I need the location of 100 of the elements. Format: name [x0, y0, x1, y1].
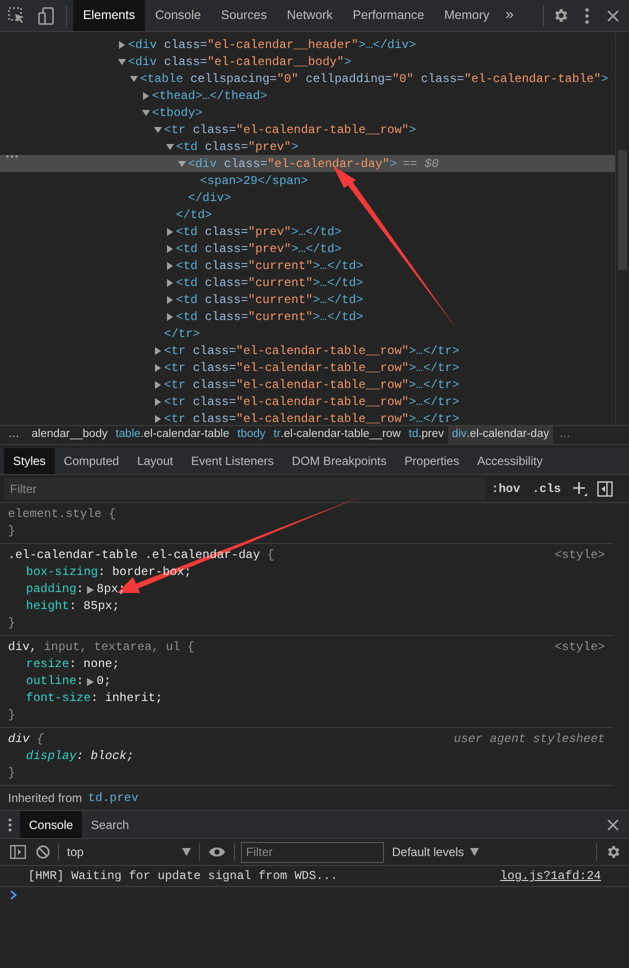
breadcrumb[interactable]: alendar__body — [28, 426, 112, 444]
sidebar-tab[interactable]: Styles — [4, 448, 55, 474]
scroll-right-button[interactable]: … — [553, 426, 577, 444]
css-property[interactable]: display — [26, 748, 76, 765]
collapse-triangle-icon[interactable] — [166, 142, 174, 150]
element-tag[interactable]: <span>29</span> — [200, 172, 308, 190]
expand-triangle-icon[interactable] — [86, 678, 94, 686]
collapse-triangle-icon[interactable] — [178, 160, 186, 168]
expand-triangle-icon[interactable] — [154, 414, 162, 422]
breadcrumb[interactable]: table.el-calendar-table — [112, 426, 234, 444]
eye-icon[interactable] — [208, 846, 226, 858]
sidebar-tab[interactable]: Accessibility — [468, 448, 552, 474]
css-value[interactable]: 0; — [96, 673, 112, 690]
css-property[interactable]: outline — [26, 673, 76, 690]
settings-icon[interactable] — [605, 844, 621, 860]
hover-state-button[interactable]: :hov — [485, 480, 526, 498]
clear-console-icon[interactable] — [36, 845, 50, 859]
inspect-icon[interactable] — [8, 6, 26, 24]
element-tag[interactable]: <tbody> — [152, 104, 202, 122]
prompt-chevron-icon[interactable] — [10, 890, 17, 900]
css-value[interactable]: 8px; — [96, 581, 126, 598]
drawer-tab[interactable]: Console — [20, 811, 82, 838]
collapse-triangle-icon[interactable] — [142, 108, 150, 116]
inherited-link[interactable]: td.prev — [88, 789, 138, 807]
breadcrumb[interactable]: div.el-calendar-day — [448, 426, 554, 444]
levels-dropdown[interactable]: Default levels — [392, 843, 480, 861]
sidebar-toggle-icon[interactable] — [10, 845, 26, 859]
element-tag[interactable]: <td class="current">…</td> — [176, 308, 364, 326]
expand-triangle-icon[interactable] — [154, 380, 162, 388]
close-icon[interactable] — [607, 10, 619, 22]
collapse-triangle-icon[interactable] — [154, 126, 162, 134]
css-property[interactable]: resize — [26, 656, 70, 673]
close-icon[interactable] — [607, 818, 619, 830]
source-link[interactable]: log.js?1afd:24 — [500, 867, 601, 885]
expand-triangle-icon[interactable] — [154, 364, 162, 372]
css-property[interactable]: padding — [26, 581, 76, 598]
element-tag[interactable]: <td class="prev">…</td> — [176, 240, 342, 258]
expand-triangle-icon[interactable] — [166, 244, 174, 252]
source-link[interactable]: <style> — [554, 639, 605, 656]
css-value[interactable]: none; — [83, 656, 120, 673]
element-tag[interactable]: <div class="el-calendar__body"> — [128, 52, 352, 70]
scrollbar-thumb[interactable] — [618, 150, 627, 270]
device-toolbar-icon[interactable] — [38, 6, 54, 24]
element-tag[interactable]: <tr class="el-calendar-table__row"> — [164, 120, 416, 138]
panel-tab[interactable]: Performance — [342, 0, 434, 31]
element-tag[interactable]: <tr class="el-calendar-table__row">…</tr> — [164, 376, 460, 394]
source-link[interactable]: <style> — [554, 547, 605, 564]
element-tag[interactable]: <table cellspacing="0" cellpadding="0" class="el-calendar-table"> — [140, 70, 608, 88]
element-tag[interactable]: <td class="current">…</td> — [176, 256, 364, 274]
expand-triangle-icon[interactable] — [166, 262, 174, 270]
expand-triangle-icon[interactable] — [166, 296, 174, 304]
element-tag[interactable]: <tr class="el-calendar-table__row">…</tr> — [164, 410, 460, 425]
element-tag[interactable]: <tr class="el-calendar-table__row">…</tr> — [164, 342, 460, 360]
settings-icon[interactable] — [552, 7, 569, 24]
css-property[interactable]: height — [26, 598, 70, 615]
more-options-icon[interactable] — [585, 8, 589, 24]
expand-triangle-icon[interactable] — [154, 346, 162, 354]
expand-triangle-icon[interactable] — [166, 312, 174, 320]
drawer-tab[interactable]: Search — [82, 811, 138, 838]
styles-filter-field[interactable]: Filter — [4, 478, 486, 500]
sidebar-toggle-icon[interactable] — [597, 480, 613, 496]
element-tag[interactable]: <td class="prev">…</td> — [176, 222, 342, 240]
css-property[interactable]: box-sizing — [26, 564, 98, 581]
expand-triangle-icon[interactable] — [166, 278, 174, 286]
element-tag[interactable]: <thead>…</thead> — [152, 86, 268, 104]
css-value[interactable]: 85px; — [83, 598, 120, 615]
breadcrumb[interactable]: tbody — [233, 426, 270, 444]
breadcrumb[interactable]: td.prev — [404, 426, 448, 444]
collapse-triangle-icon[interactable] — [130, 74, 138, 82]
more-dots-icon[interactable] — [6, 155, 18, 158]
context-selector[interactable]: top — [59, 843, 199, 861]
drawer-menu-icon[interactable] — [8, 818, 12, 832]
css-value[interactable]: inherit; — [105, 690, 163, 707]
css-value[interactable]: block; — [90, 748, 134, 765]
sidebar-tab[interactable]: Computed — [54, 448, 128, 474]
panel-tab[interactable]: Elements — [73, 0, 146, 31]
expand-triangle-icon[interactable] — [118, 40, 126, 48]
sidebar-tab[interactable]: Layout — [128, 448, 182, 474]
console-filter-field[interactable]: Filter — [241, 842, 384, 862]
expand-triangle-icon[interactable] — [154, 398, 162, 406]
class-button[interactable]: .cls — [526, 480, 567, 498]
expand-triangle-icon[interactable] — [142, 92, 150, 100]
sidebar-tab[interactable]: Properties — [396, 448, 468, 474]
collapse-triangle-icon[interactable] — [118, 58, 126, 66]
sidebar-tab[interactable]: Event Listeners — [182, 448, 283, 474]
sidebar-tab[interactable]: DOM Breakpoints — [282, 448, 396, 474]
panel-tab[interactable]: Memory — [434, 0, 500, 31]
panel-tab[interactable]: Network — [276, 0, 343, 31]
expand-triangle-icon[interactable] — [86, 586, 94, 594]
expand-triangle-icon[interactable] — [166, 228, 174, 236]
element-tag[interactable]: <tr class="el-calendar-table__row">…</tr> — [164, 392, 460, 410]
element-tag[interactable]: <div class="el-calendar__header">…</div> — [128, 36, 416, 54]
element-tag[interactable]: <tr class="el-calendar-table__row">…</tr> — [164, 358, 460, 376]
element-tag[interactable]: <td class="prev"> — [176, 138, 298, 156]
element-tag[interactable]: <td class="current">…</td> — [176, 290, 364, 308]
more-tabs-button[interactable]: » — [499, 4, 520, 27]
panel-tab[interactable]: Sources — [210, 0, 277, 31]
element-tag[interactable]: <div class="el-calendar-day"> — [188, 154, 397, 172]
add-rule-icon[interactable] — [573, 482, 587, 496]
css-property[interactable]: font-size — [26, 690, 91, 707]
